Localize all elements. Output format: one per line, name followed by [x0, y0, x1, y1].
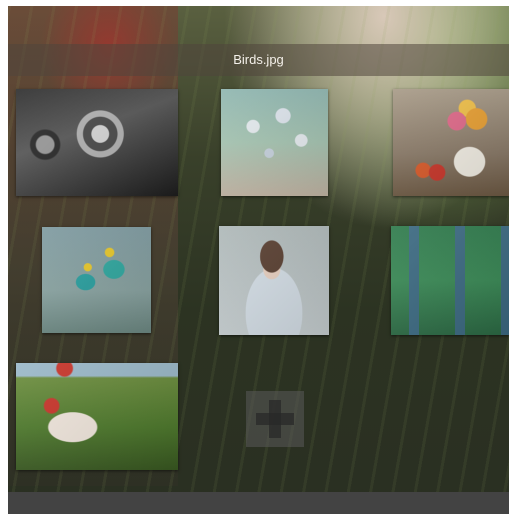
thumbnail-girl[interactable] — [219, 226, 329, 335]
thumbnail-flowers-vase[interactable] — [393, 89, 509, 196]
add-image-button[interactable] — [246, 391, 304, 447]
thumbnail-camera[interactable] — [16, 89, 178, 196]
title-bar: Birds.jpg — [8, 44, 509, 76]
thumbnail-house[interactable] — [391, 226, 509, 335]
window-title: Birds.jpg — [233, 52, 284, 67]
thumbnail-birds[interactable] — [42, 227, 151, 333]
plus-icon — [256, 400, 294, 438]
thumbnail-white-flowers[interactable] — [221, 89, 328, 196]
thumbnail-field[interactable] — [16, 363, 178, 470]
bottom-bar — [8, 492, 509, 514]
photo-viewer-window: Birds.jpg — [8, 6, 509, 514]
